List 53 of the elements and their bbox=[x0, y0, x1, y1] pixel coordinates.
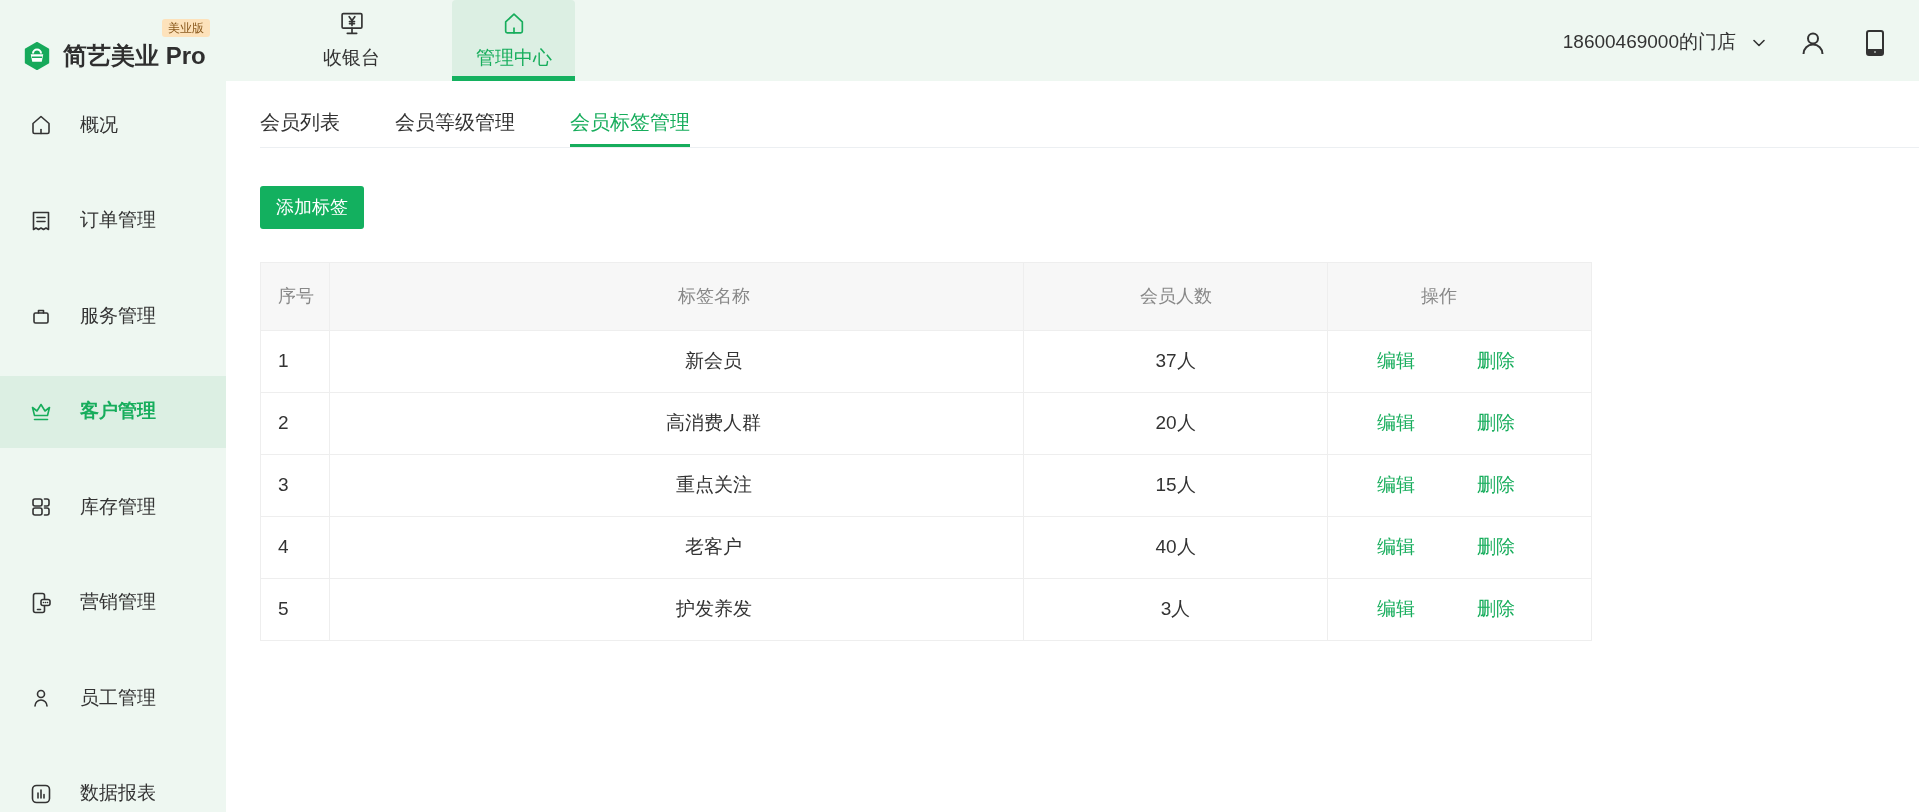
table-cell: 1 bbox=[278, 350, 289, 372]
table-cell: 3 bbox=[278, 474, 289, 496]
tab[interactable]: 会员等级管理 bbox=[395, 103, 515, 147]
table-cell: 15人 bbox=[1155, 474, 1196, 496]
column-header: 序号 bbox=[260, 262, 330, 331]
edit-link[interactable]: 编辑 bbox=[1377, 533, 1415, 562]
sidebar-item[interactable]: 员工管理 bbox=[0, 680, 226, 716]
edit-link[interactable]: 编辑 bbox=[1377, 409, 1415, 438]
basket-logo-icon bbox=[22, 40, 52, 71]
column-header: 标签名称 bbox=[329, 262, 1024, 331]
sidebar-item[interactable]: 客户管理 bbox=[0, 375, 226, 448]
delete-link[interactable]: 删除 bbox=[1477, 471, 1515, 500]
edit-link[interactable]: 编辑 bbox=[1377, 347, 1415, 376]
table-cell: 4 bbox=[278, 536, 289, 558]
table-cell: 新会员 bbox=[685, 350, 742, 372]
delete-link[interactable]: 删除 bbox=[1477, 595, 1515, 624]
user-icon[interactable] bbox=[1801, 30, 1825, 55]
sidebar-item[interactable]: 服务管理 bbox=[0, 298, 226, 334]
table-cell: 护发养发 bbox=[675, 598, 752, 620]
table-cell: 3人 bbox=[1160, 598, 1191, 620]
table-cell: 老客户 bbox=[685, 536, 742, 558]
chevron-down-icon bbox=[1753, 38, 1765, 47]
top-nav-tab[interactable]: 收银台 bbox=[290, 0, 413, 81]
house-icon bbox=[29, 113, 53, 137]
sidebar-item[interactable]: 库存管理 bbox=[0, 489, 226, 525]
store-dropdown[interactable]: 18600469000的门店 bbox=[1562, 28, 1765, 57]
table-cell: 37人 bbox=[1155, 350, 1196, 372]
monitor-icon bbox=[338, 11, 365, 36]
tab[interactable]: 会员标签管理 bbox=[570, 103, 690, 147]
delete-link[interactable]: 删除 bbox=[1477, 533, 1515, 562]
sidebar-item[interactable]: 数据报表 bbox=[0, 775, 226, 812]
sidebar-item[interactable]: 营销管理 bbox=[0, 584, 226, 621]
delete-link[interactable]: 删除 bbox=[1477, 347, 1515, 376]
stacked-boxes-icon bbox=[29, 495, 53, 519]
edition-badge: 美业版 bbox=[161, 18, 210, 37]
table-cell: 2 bbox=[278, 412, 289, 434]
table-cell: 40人 bbox=[1155, 536, 1196, 558]
edit-link[interactable]: 编辑 bbox=[1377, 471, 1415, 500]
table-cell: 5 bbox=[278, 598, 289, 620]
tab[interactable]: 会员列表 bbox=[260, 103, 340, 147]
table-cell: 20人 bbox=[1155, 412, 1196, 434]
table-cell: 高消费人群 bbox=[666, 412, 761, 434]
brand-name: 简艺美业 Pro bbox=[63, 40, 206, 71]
top-nav-tab[interactable]: 管理中心 bbox=[452, 0, 575, 81]
add-tag-button[interactable]: 添加标签 bbox=[260, 186, 364, 229]
delete-link[interactable]: 删除 bbox=[1477, 409, 1515, 438]
sidebar-item[interactable]: 订单管理 bbox=[0, 202, 226, 239]
edit-link[interactable]: 编辑 bbox=[1377, 595, 1415, 624]
mobile-phone-icon[interactable] bbox=[1866, 29, 1884, 56]
column-header: 会员人数 bbox=[1023, 262, 1328, 331]
sidebar-item[interactable]: 概况 bbox=[0, 107, 226, 143]
column-header: 操作 bbox=[1327, 262, 1592, 331]
table-cell: 重点关注 bbox=[675, 474, 752, 496]
